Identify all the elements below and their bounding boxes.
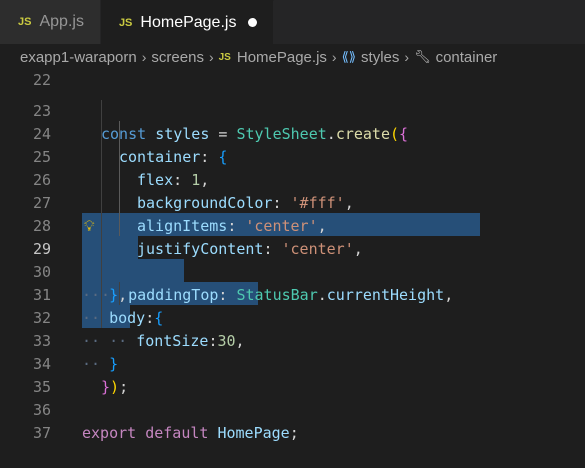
tab-bar: JS App.js JS HomePage.js <box>0 0 585 44</box>
js-file-icon: JS <box>118 16 133 29</box>
code-line: 34 }); <box>0 330 585 396</box>
code-line: 27 alignItems: 'center', <box>0 169 585 235</box>
tab-label: App.js <box>39 13 84 30</box>
lightbulb-icon[interactable]: 💡︎ <box>84 217 98 235</box>
code-line: 26 backgroundColor: '#fff', <box>0 146 585 212</box>
code-line: 30 ·· }, <box>0 238 585 304</box>
code-line: 28 justifyContent: 'center', <box>0 192 585 258</box>
line-number: 37 <box>32 424 51 442</box>
code-line: 32 ·· ·· fontSize:30, <box>0 284 585 350</box>
tab-label: HomePage.js <box>140 13 237 31</box>
code-line: 24 container: { <box>0 100 585 166</box>
code-line-current: 29 💡︎ ·· paddingTop: StatusBar.currentHe… <box>0 215 585 304</box>
code-editor[interactable]: 22 23 const styles = StyleSheet.create({… <box>0 55 585 442</box>
code-line: 25 flex: 1, <box>0 123 585 189</box>
code-line: 37 <box>0 399 585 442</box>
code-line: 35 <box>0 353 585 396</box>
code-line: 33 ·· } <box>0 307 585 373</box>
code-line: 23 const styles = StyleSheet.create({ <box>0 77 585 143</box>
tab-app-js[interactable]: JS App.js <box>0 0 101 44</box>
code-text: export default HomePage; <box>82 424 299 442</box>
js-file-icon: JS <box>18 16 32 28</box>
code-line: 31 ·· body:{ <box>0 261 585 327</box>
unsaved-dot-icon[interactable] <box>248 18 258 27</box>
code-line: 22 <box>0 46 585 89</box>
code-line: 36 export default HomePage; <box>0 376 585 442</box>
tab-homepage-js[interactable]: JS HomePage.js <box>100 0 275 44</box>
